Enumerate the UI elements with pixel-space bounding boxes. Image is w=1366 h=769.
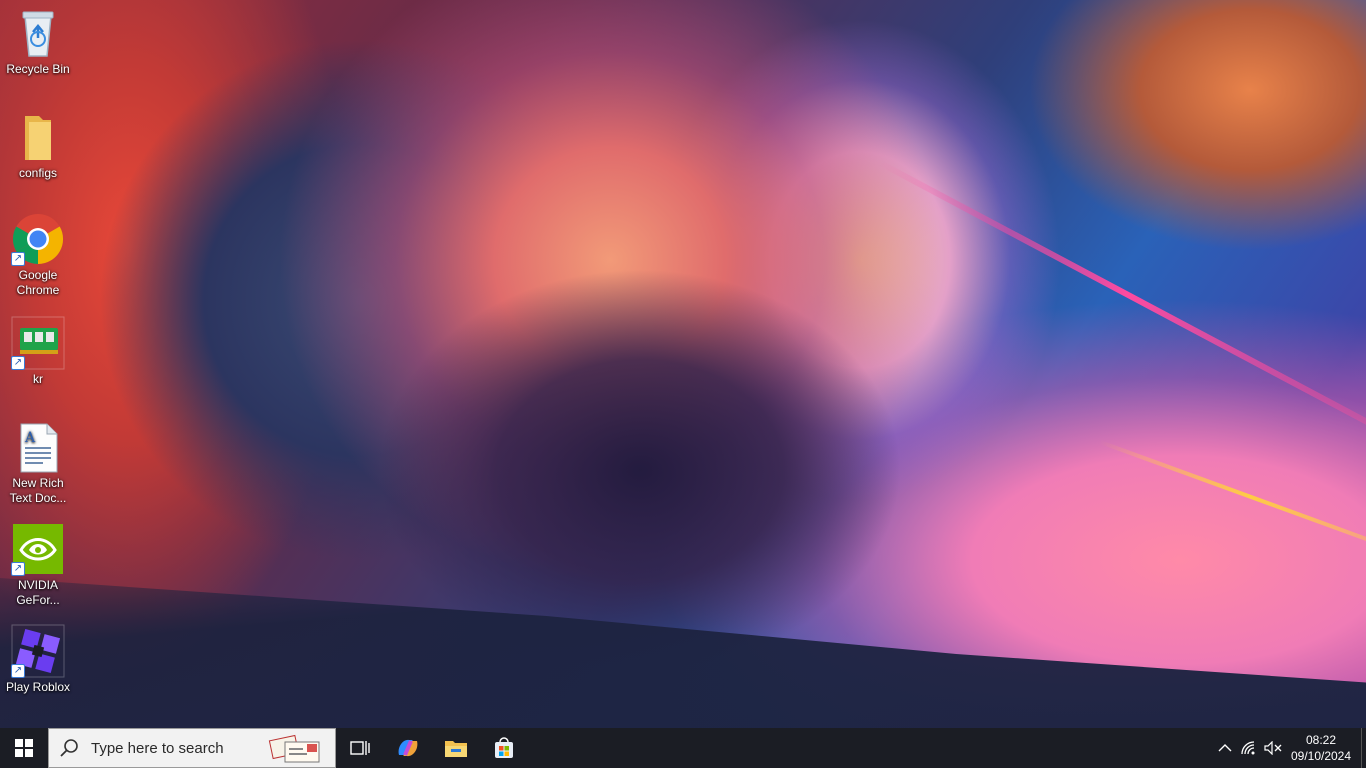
shortcut-arrow-icon: ↗ bbox=[11, 664, 25, 678]
file-explorer-icon bbox=[445, 741, 467, 757]
search-icon bbox=[60, 739, 78, 757]
microsoft-store-button[interactable] bbox=[480, 728, 528, 768]
task-view-button[interactable] bbox=[336, 728, 384, 768]
document-icon: A bbox=[11, 420, 65, 474]
file-explorer-button[interactable] bbox=[432, 728, 480, 768]
desktop-wallpaper: Recycle Bin configs ↗ Google Chrome ↗ kr… bbox=[0, 0, 1366, 728]
nvidia-icon: ↗ bbox=[11, 522, 65, 576]
network-icon bbox=[1241, 741, 1255, 755]
desktop-icon-recycle-bin[interactable]: Recycle Bin bbox=[2, 6, 74, 77]
desktop-icon-label: Recycle Bin bbox=[6, 62, 70, 76]
roblox-icon: ↗ bbox=[11, 624, 65, 678]
volume-muted-icon bbox=[1264, 741, 1282, 755]
folder-icon bbox=[11, 110, 65, 164]
search-highlight-image[interactable] bbox=[267, 732, 323, 764]
wallpaper-foreground bbox=[0, 578, 1366, 728]
ram-chip-icon: ↗ bbox=[11, 316, 65, 370]
clock-time: 08:22 bbox=[1305, 733, 1337, 747]
volume-button[interactable] bbox=[1261, 728, 1285, 768]
recycle-bin-icon bbox=[11, 6, 65, 60]
search-placeholder: Type here to search bbox=[91, 739, 224, 757]
shortcut-arrow-icon: ↗ bbox=[11, 356, 25, 370]
desktop-icon-google-chrome[interactable]: ↗ Google Chrome bbox=[2, 212, 74, 298]
clock-date: 09/10/2024 bbox=[1290, 749, 1352, 763]
start-button[interactable] bbox=[0, 728, 48, 768]
windows-logo-icon bbox=[15, 739, 33, 757]
chrome-icon: ↗ bbox=[11, 212, 65, 266]
chevron-up-icon bbox=[1218, 744, 1232, 752]
desktop-icon-label: Play Roblox bbox=[5, 680, 71, 694]
wallpaper-streak bbox=[1099, 440, 1366, 554]
search-box[interactable]: Type here to search bbox=[48, 728, 336, 768]
show-hidden-icons-button[interactable] bbox=[1213, 728, 1237, 768]
desktop-icon-label: configs bbox=[18, 166, 58, 180]
desktop-icon-label: New Rich Text Doc... bbox=[9, 476, 67, 505]
desktop-icon-configs[interactable]: configs bbox=[2, 110, 74, 181]
shortcut-arrow-icon: ↗ bbox=[11, 562, 25, 576]
desktop-icon-play-roblox[interactable]: ↗ Play Roblox bbox=[2, 624, 74, 695]
clock[interactable]: 08:22 09/10/2024 bbox=[1285, 732, 1357, 764]
desktop-icon-kr[interactable]: ↗ kr bbox=[2, 316, 74, 387]
task-view-icon bbox=[350, 741, 370, 755]
copilot-button[interactable] bbox=[384, 728, 432, 768]
desktop-icon-label: NVIDIA GeFor... bbox=[16, 578, 60, 607]
desktop-icon-nvidia-geforce[interactable]: ↗ NVIDIA GeFor... bbox=[2, 522, 74, 608]
show-desktop-button[interactable] bbox=[1361, 728, 1366, 768]
copilot-icon bbox=[398, 739, 418, 757]
desktop-icon-label: Google Chrome bbox=[16, 268, 60, 297]
svg-text:A: A bbox=[24, 430, 36, 446]
desktop-icon-new-rich-text-document[interactable]: A New Rich Text Doc... bbox=[2, 420, 74, 506]
taskbar: Type here to search 08:22 09/10/2024 bbox=[0, 728, 1366, 768]
desktop-icon-label: kr bbox=[33, 372, 43, 386]
microsoft-store-icon bbox=[495, 737, 513, 758]
network-button[interactable] bbox=[1237, 728, 1261, 768]
system-tray: 08:22 09/10/2024 bbox=[1213, 728, 1366, 768]
shortcut-arrow-icon: ↗ bbox=[11, 252, 25, 266]
wallpaper-streak bbox=[878, 160, 1366, 429]
